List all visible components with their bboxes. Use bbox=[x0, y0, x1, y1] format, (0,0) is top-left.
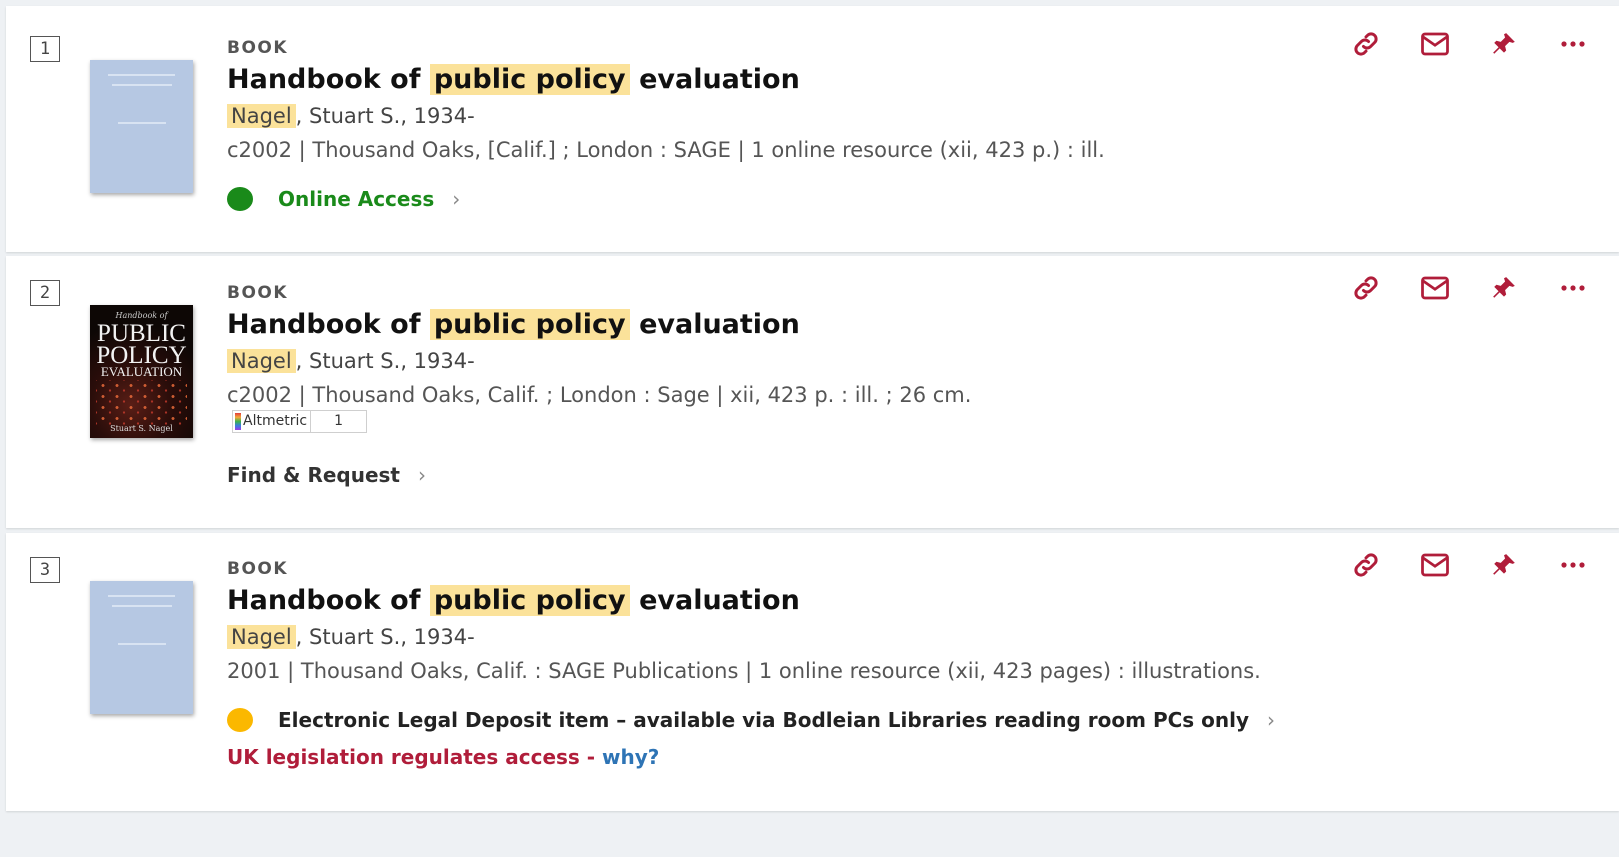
permalink-icon[interactable] bbox=[1331, 26, 1400, 62]
chevron-right-icon: › bbox=[418, 463, 426, 487]
result-title[interactable]: Handbook of public policy evaluation bbox=[227, 62, 1529, 98]
search-highlight: Nagel bbox=[227, 349, 296, 373]
result-item[interactable]: 1 BOOK Handbook of public policy evaluat… bbox=[6, 6, 1619, 252]
result-number: 2 bbox=[30, 280, 60, 306]
result-actions bbox=[1331, 547, 1607, 583]
why-link[interactable]: why? bbox=[602, 745, 659, 769]
publication-details: 2001 | Thousand Oaks, Calif. : SAGE Publ… bbox=[227, 659, 1261, 683]
permalink-icon[interactable] bbox=[1331, 547, 1400, 583]
status-label: Electronic Legal Deposit item – availabl… bbox=[278, 708, 1250, 732]
result-item[interactable]: 3 BOOK Handbook of public policy evaluat… bbox=[6, 533, 1619, 811]
result-title[interactable]: Handbook of public policy evaluation bbox=[227, 583, 1529, 619]
altmetric-badge[interactable]: Altmetric 1 bbox=[232, 410, 368, 433]
publication-details: c2002 | Thousand Oaks, Calif. ; London :… bbox=[227, 383, 972, 407]
amber-dot-icon bbox=[227, 708, 253, 732]
search-highlight: Nagel bbox=[227, 104, 296, 128]
status-label: Online Access bbox=[278, 187, 435, 211]
result-item[interactable]: 2 Handbook of PUBLIC POLICY EVALUATION S… bbox=[6, 256, 1619, 528]
chevron-right-icon: › bbox=[1267, 708, 1276, 732]
search-highlight: public policy bbox=[429, 585, 630, 616]
online-access-link[interactable]: Online Access › bbox=[227, 187, 460, 211]
find-request-link[interactable]: Find & Request › bbox=[227, 463, 426, 487]
publication-details: c2002 | Thousand Oaks, [Calif.] ; London… bbox=[227, 138, 1105, 162]
email-icon[interactable] bbox=[1400, 270, 1469, 306]
chevron-right-icon: › bbox=[452, 187, 461, 211]
pin-icon[interactable] bbox=[1469, 26, 1538, 62]
result-author: Nagel, Stuart S., 1934- bbox=[227, 344, 1529, 378]
result-number: 1 bbox=[30, 36, 60, 62]
search-highlight: Nagel bbox=[227, 625, 296, 649]
legal-note-text: UK legislation regulates access - bbox=[227, 745, 596, 769]
result-actions bbox=[1331, 270, 1607, 306]
more-icon[interactable] bbox=[1538, 547, 1607, 583]
search-highlight: public policy bbox=[429, 309, 630, 340]
permalink-icon[interactable] bbox=[1331, 270, 1400, 306]
status-label: Find & Request bbox=[227, 463, 400, 487]
result-number: 3 bbox=[30, 557, 60, 583]
email-icon[interactable] bbox=[1400, 26, 1469, 62]
altmetric-score: 1 bbox=[311, 410, 368, 433]
result-author: Nagel, Stuart S., 1934- bbox=[227, 620, 1529, 654]
pin-icon[interactable] bbox=[1469, 547, 1538, 583]
search-highlight: public policy bbox=[429, 64, 630, 95]
book-cover-image[interactable]: Handbook of PUBLIC POLICY EVALUATION Stu… bbox=[90, 305, 193, 438]
more-icon[interactable] bbox=[1538, 26, 1607, 62]
book-cover-placeholder[interactable] bbox=[90, 581, 193, 714]
email-icon[interactable] bbox=[1400, 547, 1469, 583]
book-cover-placeholder[interactable] bbox=[90, 60, 193, 193]
altmetric-logo: Altmetric bbox=[232, 410, 312, 433]
result-title[interactable]: Handbook of public policy evaluation bbox=[227, 307, 1529, 343]
green-dot-icon bbox=[227, 187, 253, 211]
legal-note: UK legislation regulates access - why? bbox=[227, 745, 659, 769]
result-actions bbox=[1331, 26, 1607, 62]
more-icon[interactable] bbox=[1538, 270, 1607, 306]
pin-icon[interactable] bbox=[1469, 270, 1538, 306]
legal-deposit-link[interactable]: Electronic Legal Deposit item – availabl… bbox=[227, 708, 1275, 732]
result-author: Nagel, Stuart S., 1934- bbox=[227, 99, 1529, 133]
